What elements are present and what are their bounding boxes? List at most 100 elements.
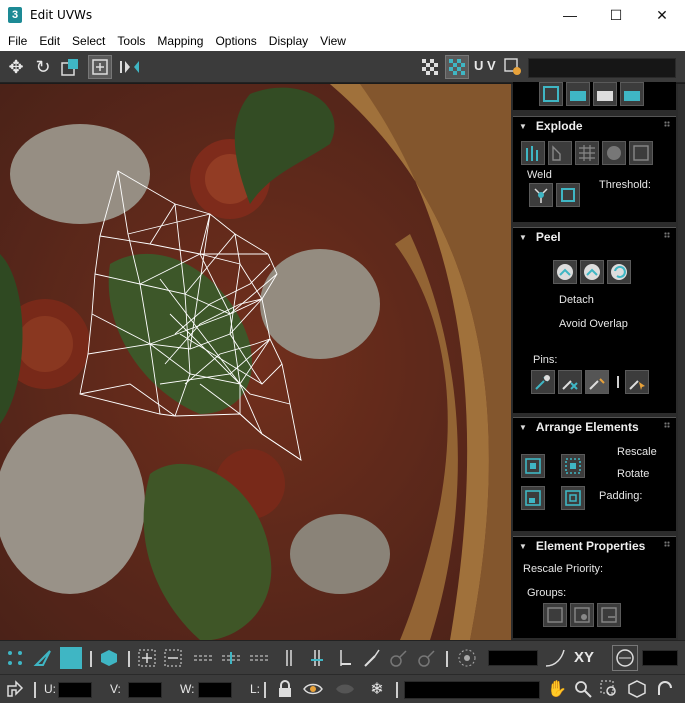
align-icon[interactable] [566, 82, 590, 106]
menu-file[interactable]: File [2, 34, 33, 48]
scale-icon[interactable] [58, 55, 82, 79]
explode-to-polys-icon[interactable] [548, 141, 572, 165]
pack-custom-icon[interactable] [521, 454, 545, 478]
explode-frame-icon[interactable] [629, 141, 653, 165]
separator [90, 651, 92, 667]
weld-selected-icon[interactable] [529, 183, 553, 207]
absolute-relative-icon[interactable] [4, 678, 26, 700]
v-field[interactable] [128, 682, 162, 698]
weld-all-icon[interactable] [556, 183, 580, 207]
menu-view[interactable]: View [314, 34, 352, 48]
avoid-overlap-label[interactable]: Avoid Overlap [559, 318, 628, 330]
move-icon[interactable]: ✥ [4, 55, 28, 79]
falloff-icon[interactable] [456, 647, 478, 669]
menu-tools[interactable]: Tools [111, 34, 151, 48]
pan-icon[interactable]: ✋ [546, 678, 568, 700]
peel-mode-icon[interactable] [580, 260, 604, 284]
element-mode-icon[interactable] [98, 647, 120, 669]
rescale-label[interactable]: Rescale [617, 446, 657, 458]
stitch-icon[interactable] [539, 82, 563, 106]
pack-together-icon[interactable] [521, 486, 545, 510]
menu-display[interactable]: Display [263, 34, 314, 48]
weld-label: Weld [527, 169, 552, 181]
grip-icon[interactable] [664, 232, 670, 238]
close-button[interactable]: ✕ [639, 0, 685, 30]
explode-grid-icon[interactable] [575, 141, 599, 165]
detach-label[interactable]: Detach [559, 294, 594, 306]
group-remove-icon[interactable] [597, 603, 621, 627]
panel-scrollbar[interactable] [678, 84, 685, 640]
freeform-icon[interactable] [88, 55, 112, 79]
break-icon[interactable] [521, 141, 545, 165]
menu-select[interactable]: Select [66, 34, 111, 48]
snap-icon[interactable] [654, 678, 676, 700]
menu-mapping[interactable]: Mapping [151, 34, 209, 48]
arrange-header[interactable]: ▼ Arrange Elements [513, 418, 676, 436]
lock-icon[interactable] [274, 678, 296, 700]
grow-selection-icon[interactable] [136, 647, 158, 669]
loop-icon[interactable] [192, 647, 214, 669]
render-size-field[interactable] [642, 650, 678, 666]
hide-icon[interactable] [302, 678, 324, 700]
explode-checker-icon[interactable] [602, 141, 626, 165]
unpin-icon[interactable] [558, 370, 582, 394]
show-icon[interactable] [334, 678, 356, 700]
pin-icon[interactable] [531, 370, 555, 394]
ring-icon[interactable] [278, 647, 300, 669]
pack-normalize-icon[interactable] [561, 454, 585, 478]
face-mode-icon[interactable] [60, 647, 82, 669]
peel-header[interactable]: ▼ Peel [513, 228, 676, 246]
soft-select-paint-icon[interactable] [416, 647, 438, 669]
ring-grow-icon[interactable] [306, 647, 328, 669]
maximize-button[interactable]: ☐ [593, 0, 639, 30]
shrink-selection-icon[interactable] [162, 647, 184, 669]
align-teal-icon[interactable] [620, 82, 644, 106]
group-add-icon[interactable] [570, 603, 594, 627]
falloff-curve-icon[interactable] [544, 647, 566, 669]
element-properties-header[interactable]: ▼ Element Properties [513, 537, 676, 555]
group-select-icon[interactable] [543, 603, 567, 627]
w-field[interactable] [198, 682, 232, 698]
zoom-region-icon[interactable] [598, 678, 620, 700]
settings-icon[interactable] [501, 55, 525, 79]
falloff-value-field[interactable] [488, 650, 538, 666]
mirror-icon[interactable] [118, 55, 142, 79]
loop-shrink-icon[interactable] [248, 647, 270, 669]
quick-peel-icon[interactable] [553, 260, 577, 284]
align-grid-icon[interactable] [593, 82, 617, 106]
vertex-mode-icon[interactable] [4, 647, 26, 669]
edge-mode-icon[interactable] [32, 647, 54, 669]
auto-pin-icon[interactable] [585, 370, 609, 394]
paint-select-icon[interactable] [360, 647, 382, 669]
rotate-label[interactable]: Rotate [617, 468, 649, 480]
uv-viewport[interactable] [0, 84, 511, 640]
grip-icon[interactable] [664, 121, 670, 127]
texture-dropdown[interactable] [528, 58, 676, 78]
padding-label: Padding: [599, 490, 643, 502]
collapse-triangle-icon: ▼ [519, 232, 527, 242]
texture-checker-icon[interactable] [445, 55, 469, 79]
render-uvs-icon[interactable] [612, 645, 638, 671]
loop-grow-icon[interactable] [220, 647, 242, 669]
checker-icon[interactable] [418, 55, 442, 79]
minimize-button[interactable]: — [547, 0, 593, 30]
freeze-icon[interactable]: ❄ [366, 678, 388, 700]
pack-stack-icon[interactable] [561, 486, 585, 510]
soft-select-icon[interactable] [388, 647, 410, 669]
zoom-icon[interactable] [572, 678, 594, 700]
zoom-extents-icon[interactable] [626, 678, 648, 700]
xy-toggle[interactable]: XY [574, 649, 594, 666]
select-pinned-icon[interactable] [625, 370, 649, 394]
menu-edit[interactable]: Edit [33, 34, 66, 48]
reset-peel-icon[interactable] [607, 260, 631, 284]
grip-icon[interactable] [664, 541, 670, 547]
u-label: U: [44, 682, 56, 696]
rotate-icon[interactable]: ↻ [31, 55, 55, 79]
menu-options[interactable]: Options [209, 34, 262, 48]
selection-set-field[interactable] [404, 681, 540, 699]
explode-header[interactable]: ▼ Explode [513, 117, 676, 135]
grip-icon[interactable] [664, 422, 670, 428]
uv-toggle-label[interactable]: U V [474, 58, 496, 73]
ring-shrink-icon[interactable] [334, 647, 356, 669]
u-field[interactable] [58, 682, 92, 698]
